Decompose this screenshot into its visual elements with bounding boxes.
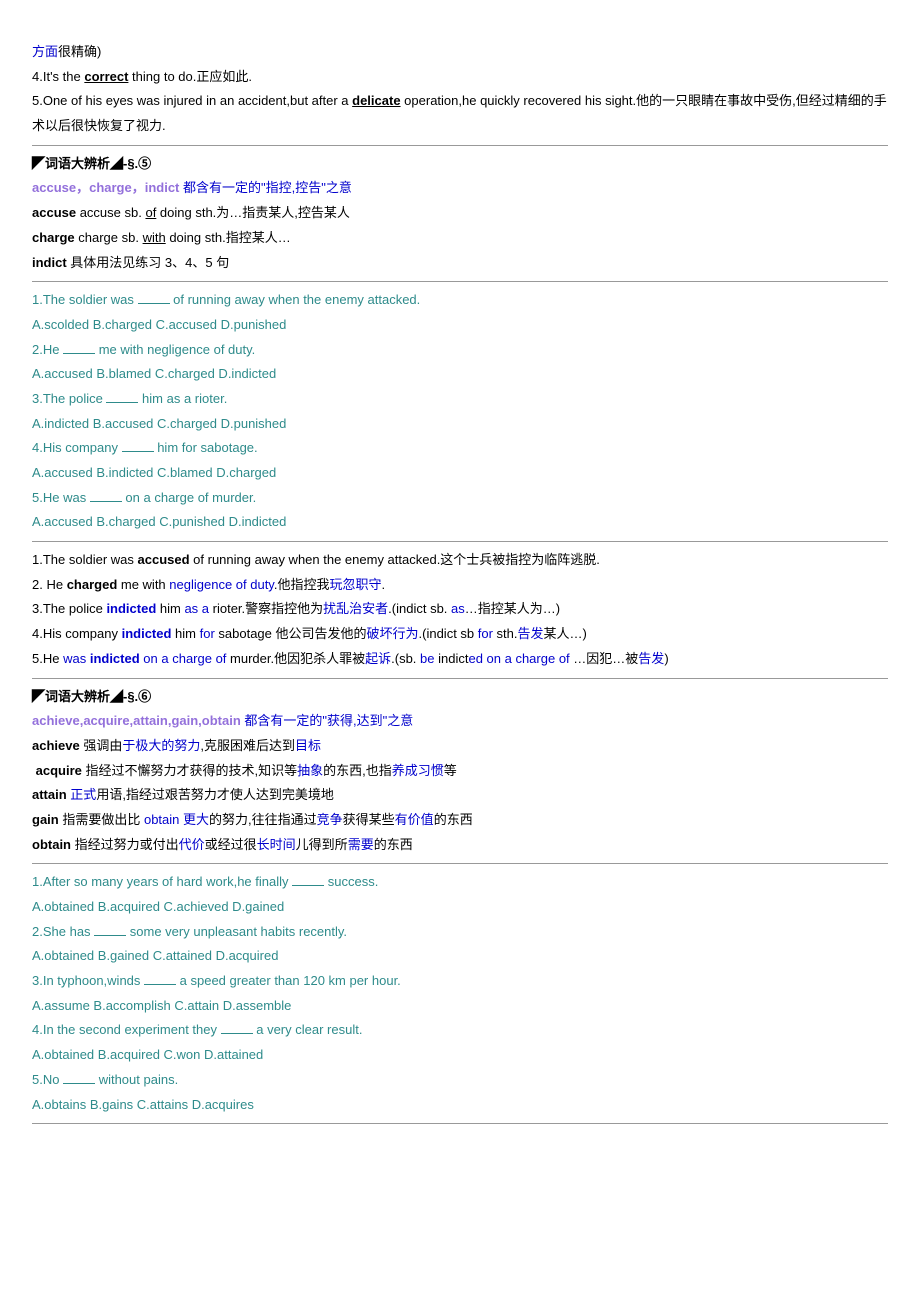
blank (90, 501, 122, 502)
blank (122, 451, 154, 452)
s5-def-accuse: accuse accuse sb. of doing sth.为…指责某人,控告… (32, 201, 888, 226)
s6-q3: 3.In typhoon,winds a speed greater than … (32, 969, 888, 994)
blank (63, 353, 95, 354)
blank (63, 1083, 95, 1084)
section-5-heading: ◤词语大辨析◢-§.⑤ (32, 152, 888, 177)
s5-q5-choices: A.accused B.charged C.punished D.indicte… (32, 510, 888, 535)
s6-def-attain: attain 正式用语,指经过艰苦努力才使人达到完美境地 (32, 783, 888, 808)
s5-q2: 2.He me with negligence of duty. (32, 338, 888, 363)
s5-a4: 4.His company indicted him for sabotage … (32, 622, 888, 647)
s5-a5: 5.He was indicted on a charge of murder.… (32, 647, 888, 672)
section-6-title: achieve,acquire,attain,gain,obtain 都含有一定… (32, 709, 888, 734)
section-5-title: accuse，charge，indict 都含有一定的"指控,控告"之意 (32, 176, 888, 201)
s6-q4: 4.In the second experiment they a very c… (32, 1018, 888, 1043)
s5-q1: 1.The soldier was of running away when t… (32, 288, 888, 313)
s6-q5: 5.No without pains. (32, 1068, 888, 1093)
divider (32, 541, 888, 542)
intro-line-3: 5.One of his eyes was injured in an acci… (32, 89, 888, 138)
intro-line-2: 4.It's the correct thing to do.正应如此. (32, 65, 888, 90)
s5-q3: 3.The police him as a rioter. (32, 387, 888, 412)
s5-a3: 3.The police indicted him as a rioter.警察… (32, 597, 888, 622)
s5-q3-choices: A.indicted B.accused C.charged D.punishe… (32, 412, 888, 437)
s5-q1-choices: A.scolded B.charged C.accused D.punished (32, 313, 888, 338)
s6-def-acquire: acquire 指经过不懈努力才获得的技术,知识等抽象的东西,也指养成习惯等 (32, 759, 888, 784)
divider (32, 281, 888, 282)
s5-q2-choices: A.accused B.blamed C.charged D.indicted (32, 362, 888, 387)
s6-q5-choices: A.obtains B.gains C.attains D.acquires (32, 1093, 888, 1118)
s5-a1: 1.The soldier was accused of running awa… (32, 548, 888, 573)
s5-q5: 5.He was on a charge of murder. (32, 486, 888, 511)
s5-q4: 4.His company him for sabotage. (32, 436, 888, 461)
s5-def-charge: charge charge sb. with doing sth.指控某人… (32, 226, 888, 251)
s6-q2-choices: A.obtained B.gained C.attained D.acquire… (32, 944, 888, 969)
s6-q4-choices: A.obtained B.acquired C.won D.attained (32, 1043, 888, 1068)
s6-def-obtain: obtain 指经过努力或付出代价或经过很长时间儿得到所需要的东西 (32, 833, 888, 858)
intro-line-1: 方面很精确) (32, 40, 888, 65)
s6-q3-choices: A.assume B.accomplish C.attain D.assembl… (32, 994, 888, 1019)
divider (32, 1123, 888, 1124)
divider (32, 145, 888, 146)
s6-def-achieve: achieve 强调由于极大的努力,克服困难后达到目标 (32, 734, 888, 759)
divider (32, 863, 888, 864)
blank (221, 1033, 253, 1034)
s5-def-indict: indict 具体用法见练习 3、4、5 句 (32, 251, 888, 276)
s6-q1-choices: A.obtained B.acquired C.achieved D.gaine… (32, 895, 888, 920)
s6-q2: 2.She has some very unpleasant habits re… (32, 920, 888, 945)
blank (138, 303, 170, 304)
section-6-heading: ◤词语大辨析◢-§.⑥ (32, 685, 888, 710)
blank (106, 402, 138, 403)
s6-def-gain: gain 指需要做出比 obtain 更大的努力,往往指通过竞争获得某些有价值的… (32, 808, 888, 833)
blank (94, 935, 126, 936)
s6-q1: 1.After so many years of hard work,he fi… (32, 870, 888, 895)
blank (292, 885, 324, 886)
blank (144, 984, 176, 985)
s5-a2: 2. He charged me with negligence of duty… (32, 573, 888, 598)
divider (32, 678, 888, 679)
s5-q4-choices: A.accused B.indicted C.blamed D.charged (32, 461, 888, 486)
